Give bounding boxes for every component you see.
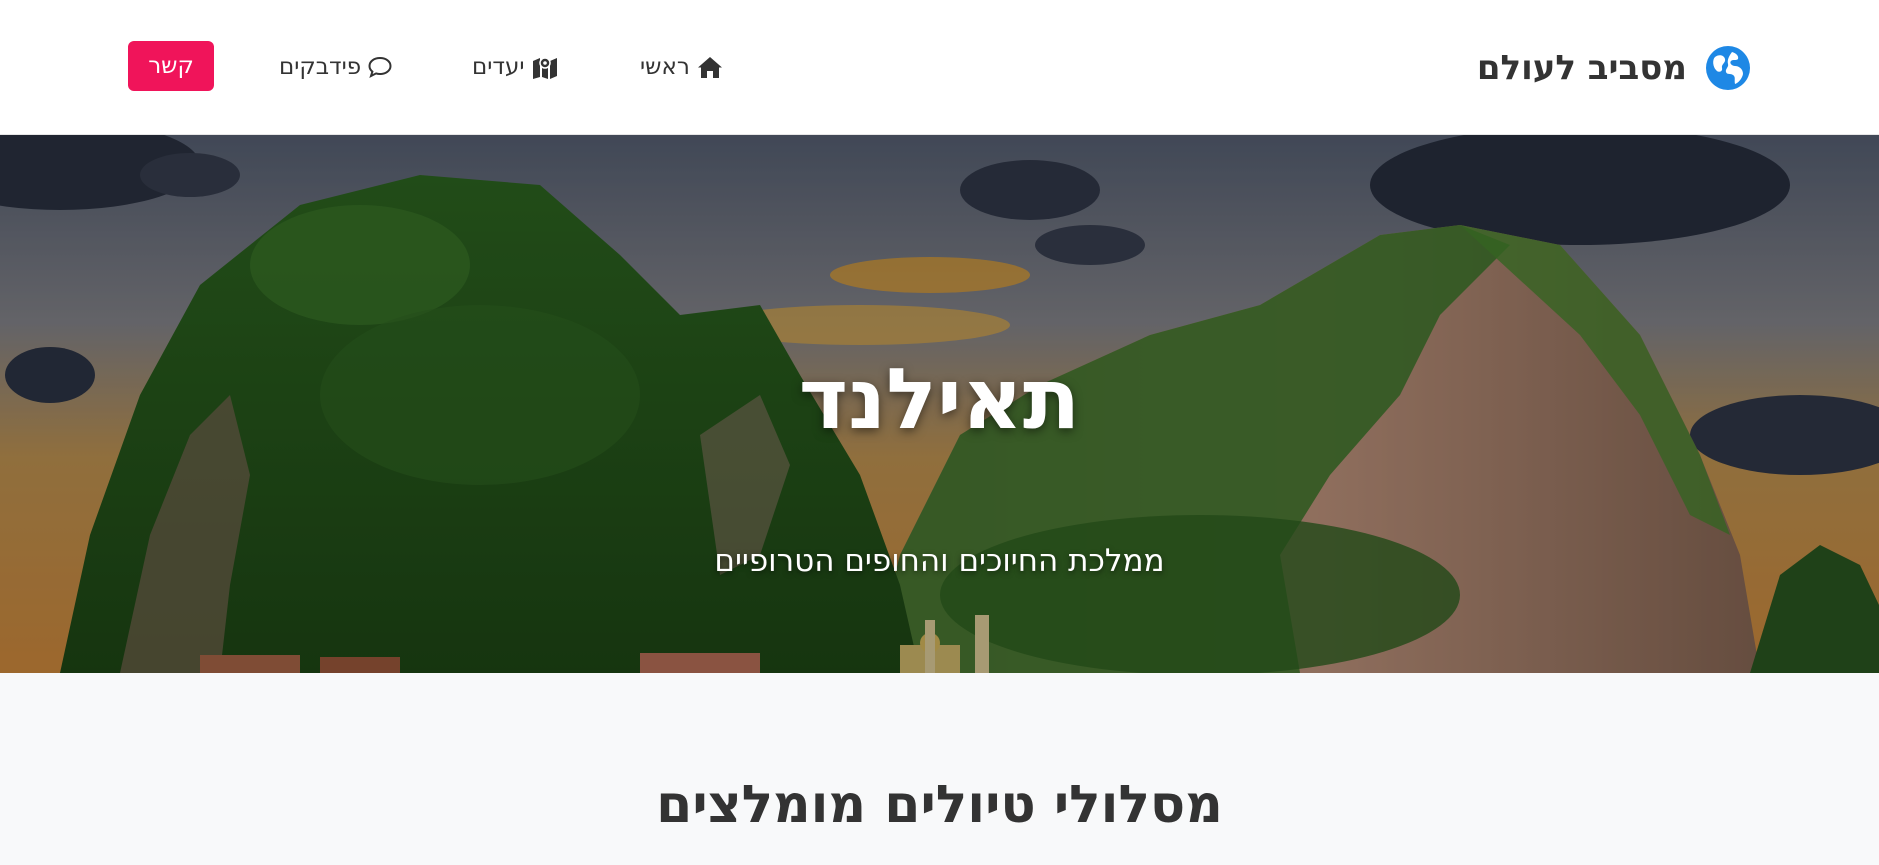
nav-link-destinations[interactable]: יעדים: [472, 50, 558, 84]
map-icon: [532, 57, 557, 79]
brand-logo[interactable]: מסביב לעולם: [1477, 44, 1751, 92]
brand-name: מסביב לעולם: [1476, 48, 1687, 88]
comment-icon: [368, 56, 392, 78]
navbar: מסביב לעולם ראשי יעדים פידבקים קשר: [0, 0, 1879, 135]
hero-banner: תאילנד ממלכת החיוכים והחופים הטרופיים: [0, 135, 1879, 673]
recommended-tours-section: מסלולי טיולים מומלצים: [0, 673, 1879, 865]
hero-subtitle: ממלכת החיוכים והחופים הטרופיים: [714, 543, 1165, 579]
nav-link-destinations-label: יעדים: [472, 54, 525, 80]
nav-link-home[interactable]: ראשי: [640, 50, 723, 84]
nav-link-feedback[interactable]: פידבקים: [279, 50, 392, 84]
hero-title: תאילנד: [798, 350, 1081, 448]
contact-button[interactable]: קשר: [128, 41, 214, 91]
nav-link-feedback-label: פידבקים: [279, 54, 362, 80]
section-title: מסלולי טיולים מומלצים: [656, 775, 1223, 835]
nav-link-home-label: ראשי: [640, 54, 690, 80]
globe-icon: [1706, 46, 1750, 90]
home-icon: [697, 57, 722, 78]
